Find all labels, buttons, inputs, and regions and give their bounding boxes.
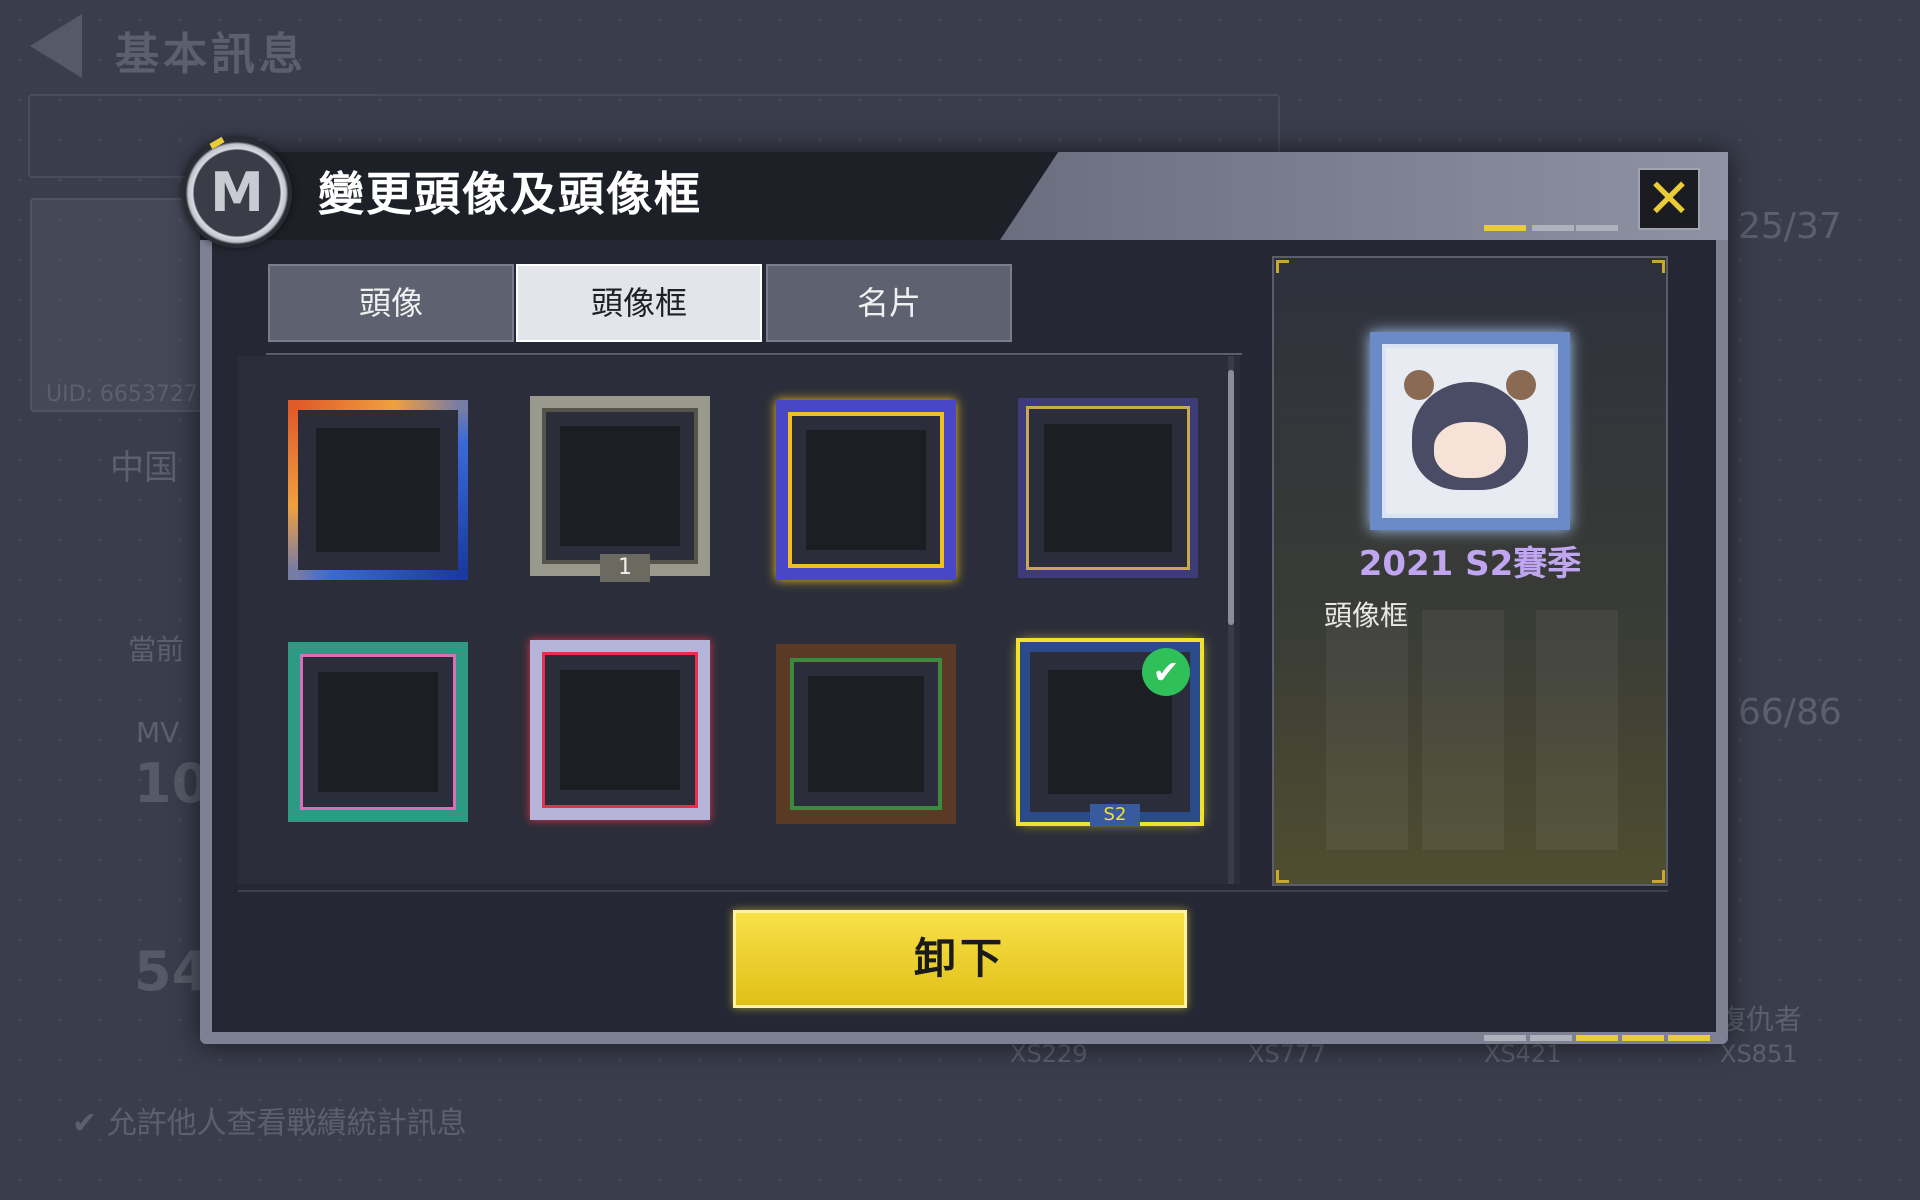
selected-check-icon: ✔: [1142, 648, 1190, 696]
preview-deco: [1326, 610, 1408, 850]
background-region: 中国: [110, 448, 178, 488]
corner-accent: [1652, 260, 1665, 273]
background-mvp-label: MV: [136, 716, 180, 749]
frame-badge: S2: [1090, 804, 1140, 826]
scrollbar-thumb[interactable]: [1228, 370, 1234, 625]
background-xs-4: XS851: [1720, 1040, 1798, 1068]
background-record-1: 25/37: [1738, 206, 1842, 247]
background-allow-stats: ✔ 允許他人查看戰績統計訊息: [72, 1106, 467, 1141]
tab-divider: [266, 353, 1242, 355]
background-xs-3: XS421: [1484, 1040, 1562, 1068]
modal-header-accent: [1000, 152, 1728, 240]
tab-avatar[interactable]: 頭像: [268, 264, 514, 342]
corner-accent: [1652, 870, 1665, 883]
background-record-2: 66/86: [1738, 692, 1842, 733]
frame-item[interactable]: [288, 642, 468, 822]
pager-dot: [1532, 225, 1574, 231]
preview-type: 頭像框: [1324, 599, 1409, 632]
modal-title: 變更頭像及頭像框: [318, 167, 702, 221]
frame-item[interactable]: [1018, 398, 1198, 578]
preview-season: 2021 S2賽季: [1358, 544, 1582, 584]
background-xs-2: XS777: [1248, 1040, 1326, 1068]
preview-deco: [1422, 610, 1504, 850]
close-icon: ✕: [1646, 167, 1692, 230]
tab-avatar-frame[interactable]: 頭像框: [516, 264, 762, 342]
preview-avatar: [1370, 332, 1570, 530]
pager-dot: [1484, 1035, 1526, 1041]
background-current-label: 當前: [128, 633, 185, 666]
close-button[interactable]: ✕: [1638, 168, 1700, 230]
tab-name-card[interactable]: 名片: [766, 264, 1012, 342]
background-page-title: 基本訊息: [115, 29, 307, 80]
frame-item[interactable]: [288, 400, 468, 580]
pager-dot: [1576, 225, 1618, 231]
pager-dot: [1484, 225, 1526, 231]
pager-dot: [1576, 1035, 1618, 1041]
avatar-ear: [1506, 370, 1536, 400]
pager-dot: [1668, 1035, 1710, 1041]
avatar-face: [1434, 422, 1506, 478]
background-revenge-label: 復仇者: [1718, 1003, 1803, 1036]
preview-deco: [1536, 610, 1618, 850]
background-uid: UID: 6653727: [46, 382, 198, 407]
unequip-button[interactable]: 卸下: [733, 910, 1187, 1008]
corner-accent: [1276, 870, 1289, 883]
game-logo-icon: M: [182, 138, 292, 248]
frame-item[interactable]: 1: [530, 396, 710, 582]
frame-item[interactable]: [776, 644, 956, 824]
corner-accent: [1276, 260, 1289, 273]
background-xs-1: XS229: [1010, 1040, 1088, 1068]
frame-item[interactable]: [530, 640, 710, 820]
frame-badge: 1: [600, 554, 650, 582]
footer-divider: [238, 890, 1668, 892]
pager-dot: [1530, 1035, 1572, 1041]
back-arrow-icon: [30, 14, 82, 78]
frame-item[interactable]: [776, 400, 956, 580]
pager-dot: [1622, 1035, 1664, 1041]
